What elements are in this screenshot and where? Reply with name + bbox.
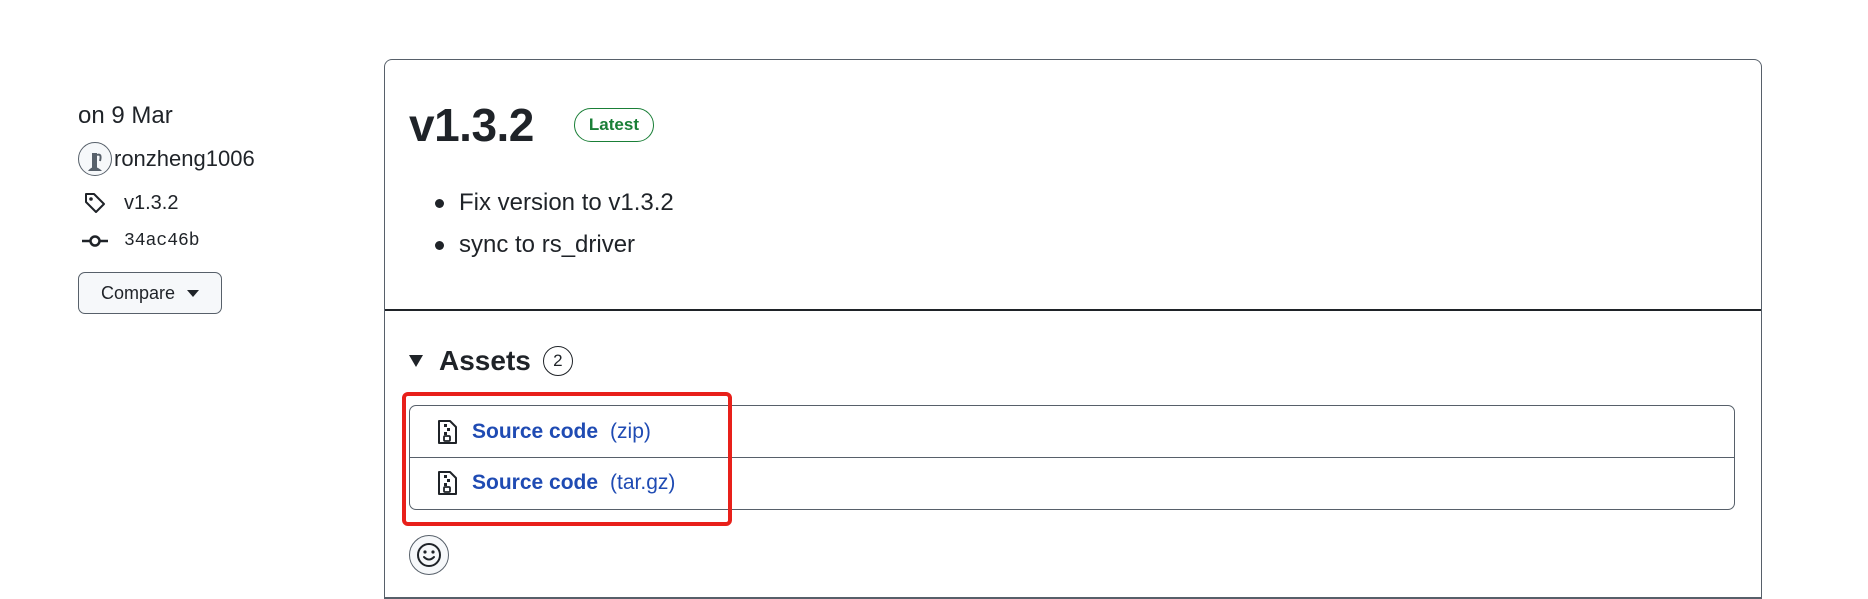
asset-row-targz[interactable]: Source code (tar.gz) [410,457,1734,508]
assets-list: Source code (zip) Source code (tar.gz) [409,405,1735,510]
release-note-item: sync to rs_driver [435,224,1761,266]
release-date: on 9 Mar [78,102,173,129]
asset-extension[interactable]: (tar.gz) [610,471,675,495]
file-zip-icon [438,419,457,444]
compare-button[interactable]: Compare [78,272,222,314]
avatar[interactable] [78,142,112,176]
release-note-item: Fix version to v1.3.2 [435,182,1761,224]
tag-row[interactable]: v1.3.2 [78,186,378,220]
add-reaction-button[interactable] [409,535,449,575]
compare-label: Compare [100,282,176,303]
author-link[interactable]: ronzheng1006 [114,146,255,172]
asset-link[interactable]: Source code [472,420,598,444]
latest-badge: Latest [573,108,654,142]
triangle-down-icon[interactable] [409,355,423,367]
release-header: v1.3.2 Latest [385,60,1761,152]
commit-row[interactable]: 34ac46b [78,224,378,258]
git-commit-icon [78,224,112,258]
file-zip-icon [438,471,457,495]
release-title[interactable]: v1.3.2 [409,98,534,152]
assets-toggle[interactable]: Assets 2 [409,345,573,377]
section-divider [385,309,1761,311]
tag-icon [78,186,112,220]
tag-link[interactable]: v1.3.2 [124,192,178,215]
assets-count-badge: 2 [542,346,573,376]
release-meta: on 9 Mar ronzheng1006 v1.3.2 34ac46b Com… [78,100,378,314]
asset-link[interactable]: Source code [472,471,598,495]
avatar-image [88,153,102,171]
release-notes: Fix version to v1.3.2 sync to rs_driver [435,182,1761,266]
author-row[interactable]: ronzheng1006 [78,142,378,176]
asset-row-zip[interactable]: Source code (zip) [410,406,1734,457]
smiley-icon [417,543,441,567]
release-card: v1.3.2 Latest Fix version to v1.3.2 sync… [384,59,1762,599]
commit-link[interactable]: 34ac46b [124,231,200,251]
assets-title: Assets [439,345,531,376]
chevron-down-icon [187,289,200,297]
asset-extension[interactable]: (zip) [610,420,651,444]
